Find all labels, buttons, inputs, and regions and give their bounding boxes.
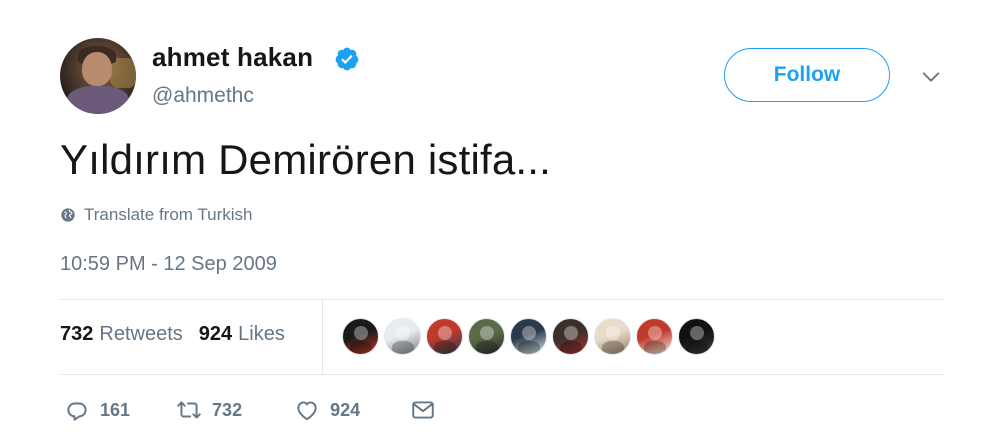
retweets-label: Retweets [99,323,183,345]
translate-label: Translate from Turkish [84,205,253,224]
likes-count: 924 [198,323,233,345]
retweets-stat[interactable]: 732 Retweets [60,323,183,346]
like-button[interactable]: 924 [294,397,360,423]
liker-avatar[interactable] [636,318,673,355]
liker-avatar[interactable] [552,318,589,355]
retweet-button[interactable]: 732 [176,397,242,423]
avatar-photo-detail [66,86,130,114]
avatar[interactable] [60,38,136,114]
reply-button[interactable]: 161 [64,397,130,423]
direct-message-button[interactable] [410,397,436,423]
envelope-icon [412,401,434,419]
likes-stat[interactable]: 924 Likes [199,323,285,346]
globe-icon [61,208,75,222]
tweet-timestamp[interactable]: 10:59 PM - 12 Sep 2009 [60,253,277,276]
liker-avatar[interactable] [468,318,505,355]
retweets-count: 732 [60,323,94,345]
verified-badge-icon [335,47,359,71]
tweet-stats: 732 Retweets 924 Likes [60,323,285,346]
reply-icon [67,402,87,421]
user-handle[interactable]: @ahmethc [152,84,254,108]
follow-button[interactable]: Follow [724,48,890,102]
liker-avatar[interactable] [678,318,715,355]
avatar-photo-detail [82,52,112,86]
like-count: 924 [330,399,361,420]
tweet-actions: 161 732 924 [64,396,436,424]
tweet-text: Yıldırım Demirören istifa... [60,136,552,183]
liker-avatar[interactable] [594,318,631,355]
retweet-icon [177,401,201,419]
divider [60,374,944,375]
divider [60,299,944,300]
display-name[interactable]: ahmet hakan [152,42,313,73]
chevron-down-icon[interactable] [920,66,942,88]
translate-link[interactable]: Translate from Turkish [60,204,252,226]
heart-icon [297,401,317,421]
liker-avatar[interactable] [426,318,463,355]
liker-avatar[interactable] [342,318,379,355]
stats-divider [322,300,323,374]
reply-count: 161 [100,399,131,420]
likes-label: Likes [238,323,285,345]
retweet-count: 732 [212,399,243,420]
liker-avatar[interactable] [384,318,421,355]
liker-avatar[interactable] [510,318,547,355]
liker-avatars [342,318,715,355]
